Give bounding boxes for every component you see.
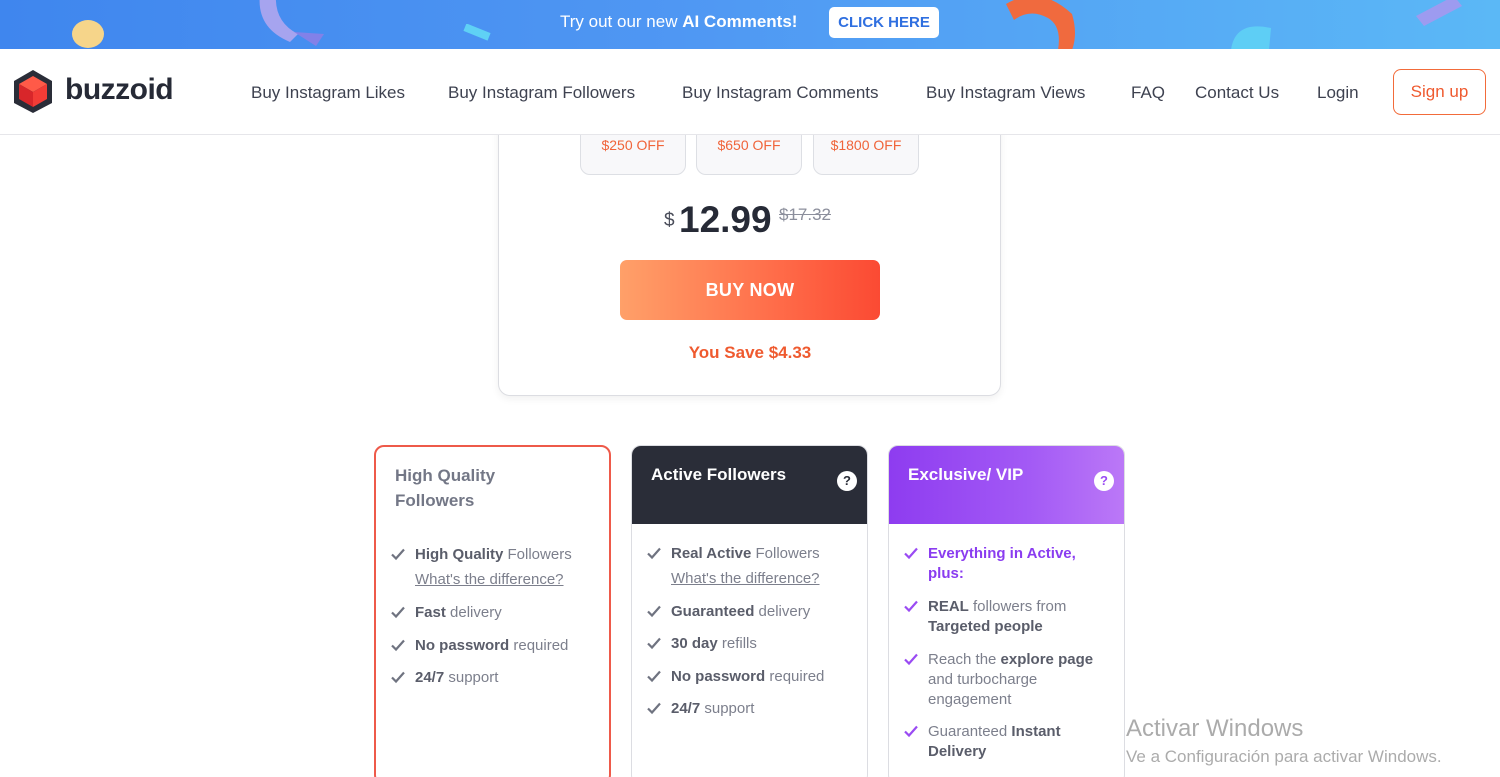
tier-title: Exclusive/ VIP	[908, 465, 1024, 484]
feature-text: Guaranteed	[928, 723, 1012, 740]
tier-header: Exclusive/ VIP ?	[889, 446, 1124, 524]
feature-item: REAL followers from Targeted people	[903, 597, 1113, 637]
nav-faq[interactable]: FAQ	[1131, 83, 1165, 103]
feature-text: Reach the	[928, 651, 1001, 668]
feature-item: 24/7 support	[390, 668, 600, 688]
tier-card-active[interactable]: Active Followers ? Real Active Followers…	[631, 445, 868, 777]
brand-name[interactable]: buzzoid	[65, 73, 174, 107]
savings-text: You Save $4.33	[688, 343, 812, 362]
feature-bold: 30 day	[671, 635, 718, 652]
feature-bold: Targeted people	[928, 618, 1043, 635]
nav-buy-instagram-likes[interactable]: Buy Instagram Likes	[251, 83, 405, 103]
check-icon	[904, 725, 918, 738]
feature-text: Followers	[751, 545, 820, 562]
check-icon	[391, 548, 405, 561]
check-icon	[391, 671, 405, 684]
tier-header: Active Followers ?	[632, 446, 867, 524]
promo-text-lead: Try out our new	[560, 12, 683, 31]
nav-buy-instagram-views[interactable]: Buy Instagram Views	[926, 83, 1085, 103]
feature-item: Reach the explore page and turbocharge e…	[903, 650, 1113, 710]
confetti-decoration	[1006, 0, 1075, 49]
feature-bold: High Quality	[415, 546, 504, 563]
buzzoid-logo-icon[interactable]	[12, 69, 54, 114]
confetti-decoration	[463, 24, 491, 41]
check-icon	[647, 702, 661, 715]
windows-activation-hint: Ve a Configuración para activar Windows.	[1126, 747, 1442, 766]
feature-text: support	[444, 669, 499, 686]
buy-now-button[interactable]: BUY NOW	[620, 260, 880, 320]
feature-item: High Quality Followers What's the differ…	[390, 545, 600, 590]
feature-item: Everything in Active, plus:	[903, 544, 1113, 584]
feature-item: 24/7 support	[646, 699, 856, 719]
whats-the-difference-link[interactable]: What's the difference?	[646, 569, 856, 589]
check-icon	[647, 670, 661, 683]
feature-highlight: Everything in Active, plus:	[928, 545, 1076, 582]
site-header: buzzoid Buy Instagram Likes Buy Instagra…	[0, 49, 1500, 135]
feature-text: refills	[717, 635, 757, 652]
tier-title: Active Followers	[651, 465, 787, 484]
check-icon	[904, 547, 918, 560]
check-icon	[904, 653, 918, 666]
feature-item: Guaranteed delivery	[646, 602, 856, 622]
feature-bold: 24/7	[671, 700, 701, 717]
nav-contact-us[interactable]: Contact Us	[1195, 83, 1279, 103]
feature-text: required	[509, 637, 569, 654]
feature-bold: 24/7	[415, 669, 445, 686]
original-price: $17.32	[779, 205, 831, 224]
feature-bold: Fast	[415, 604, 446, 621]
price: 12.99	[679, 199, 772, 240]
promo-text: Try out our new AI Comments!	[560, 12, 797, 32]
feature-item: Fast delivery	[390, 603, 600, 623]
feature-bold: explore page	[1000, 651, 1094, 668]
check-icon	[647, 637, 661, 650]
sign-up-button[interactable]: Sign up	[1393, 69, 1486, 115]
feature-text: followers from	[968, 598, 1067, 615]
feature-bold: Guaranteed	[671, 603, 755, 620]
tier-card-high-quality[interactable]: High Quality Followers High Quality Foll…	[374, 445, 611, 777]
feature-bold: No password	[415, 637, 510, 654]
nav-login[interactable]: Login	[1317, 83, 1359, 103]
feature-text: support	[700, 700, 755, 717]
feature-item: 30 day refills	[646, 634, 856, 654]
confetti-decoration	[1416, 0, 1462, 26]
feature-item: Real Active Followers What's the differe…	[646, 544, 856, 589]
nav-buy-instagram-followers[interactable]: Buy Instagram Followers	[448, 83, 635, 103]
feature-item: Guaranteed Instant Delivery	[903, 722, 1113, 762]
feature-bold: REAL	[928, 598, 969, 615]
confetti-decoration	[259, 0, 324, 46]
feature-item: No password required	[646, 667, 856, 687]
feature-text: delivery	[754, 603, 811, 620]
check-icon	[647, 547, 661, 560]
price-currency: $	[664, 210, 675, 231]
feature-bold: No password	[671, 668, 766, 685]
feature-bold: Real Active	[671, 545, 752, 562]
check-icon	[647, 605, 661, 618]
help-icon[interactable]: ?	[1094, 471, 1114, 491]
promo-banner: Try out our new AI Comments! CLICK HERE	[0, 0, 1500, 49]
whats-the-difference-link[interactable]: What's the difference?	[390, 570, 600, 590]
feature-item: No password required	[390, 636, 600, 656]
feature-text: delivery	[445, 604, 502, 621]
windows-activation-title: Activar Windows	[1126, 715, 1304, 742]
check-icon	[391, 639, 405, 652]
nav-buy-instagram-comments[interactable]: Buy Instagram Comments	[682, 83, 879, 103]
feature-text: Followers	[503, 546, 572, 563]
check-icon	[391, 606, 405, 619]
check-icon	[904, 600, 918, 613]
confetti-decoration	[1231, 26, 1271, 49]
click-here-button[interactable]: CLICK HERE	[829, 7, 939, 38]
feature-text: and turbocharge engagement	[928, 671, 1038, 708]
confetti-decoration	[72, 20, 104, 48]
promo-text-highlight: AI Comments!	[682, 12, 798, 31]
feature-text: required	[765, 668, 825, 685]
tier-card-vip[interactable]: Exclusive/ VIP ? Everything in Active, p…	[888, 445, 1125, 777]
help-icon[interactable]: ?	[837, 471, 857, 491]
tier-title: High Quality Followers	[395, 466, 496, 510]
